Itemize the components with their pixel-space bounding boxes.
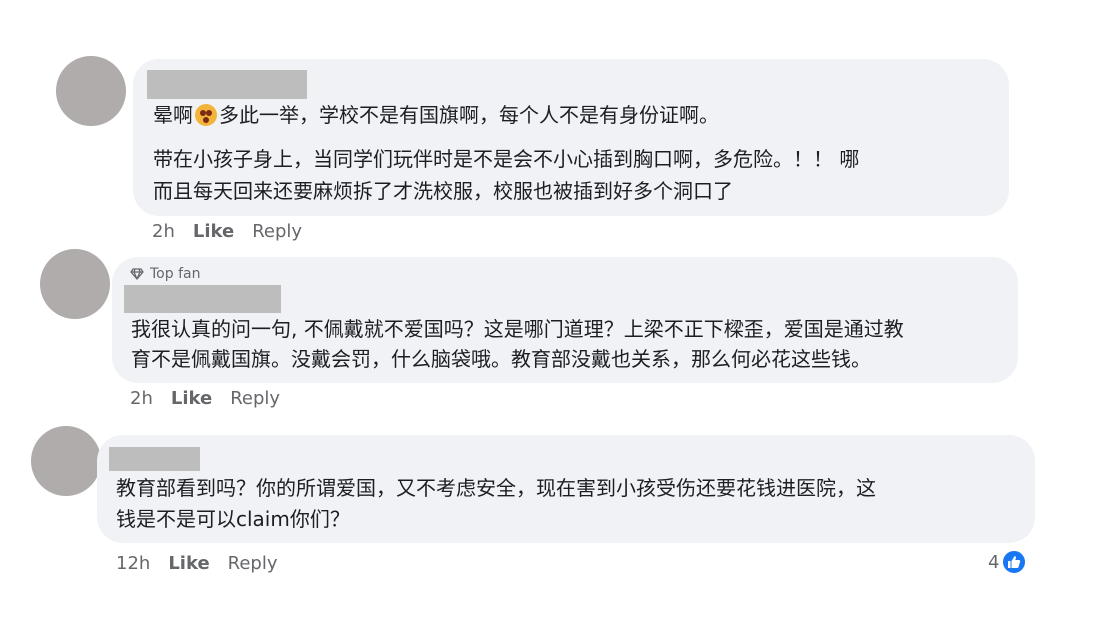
top-fan-label: Top fan xyxy=(150,266,201,282)
top-fan-badge: Top fan xyxy=(130,266,200,282)
astonished-face-emoji-icon xyxy=(195,104,217,126)
reply-button[interactable]: Reply xyxy=(230,388,280,409)
comment-timestamp[interactable]: 2h xyxy=(152,221,175,242)
commenter-avatar[interactable] xyxy=(31,426,101,496)
reaction-summary[interactable]: 4 xyxy=(988,549,1028,575)
comment-text-line: 晕啊 多此一举，学校不是有国旗啊，每个人不是有身份证啊。 xyxy=(153,103,719,127)
commenter-avatar[interactable] xyxy=(40,249,110,319)
like-button[interactable]: Like xyxy=(168,553,209,574)
like-button[interactable]: Like xyxy=(193,221,234,242)
diamond-icon xyxy=(130,268,144,280)
comment-text-line: 我很认真的问一句, 不佩戴就不爱国吗？这是哪门道理？上梁不正下樑歪，爱国是通过教 xyxy=(131,317,904,341)
redacted-commenter-name[interactable] xyxy=(109,447,200,471)
reply-button[interactable]: Reply xyxy=(228,553,278,574)
comment-text-line: 钱是不是可以claim你们？ xyxy=(116,507,350,531)
thumbs-up-icon xyxy=(1001,549,1028,575)
comment-actions: 12h Like Reply xyxy=(116,553,278,574)
comment-actions: 2h Like Reply xyxy=(130,388,280,409)
commenter-avatar[interactable] xyxy=(56,56,126,126)
reply-button[interactable]: Reply xyxy=(252,221,302,242)
comment-timestamp[interactable]: 12h xyxy=(116,553,150,574)
comment-text-line: 带在小孩子身上，当同学们玩伴时是不是会不小心插到胸口啊，多危险。！！ 哪 xyxy=(153,147,860,171)
redacted-commenter-name[interactable] xyxy=(124,285,281,313)
comment-timestamp[interactable]: 2h xyxy=(130,388,153,409)
comment-text-line: 育不是佩戴国旗。没戴会罚，什么脑袋哦。教育部没戴也关系，那么何必花这些钱。 xyxy=(131,347,871,371)
like-button[interactable]: Like xyxy=(171,388,212,409)
reaction-count: 4 xyxy=(988,551,1000,573)
redacted-commenter-name[interactable] xyxy=(147,70,307,99)
comment-text-line: 教育部看到吗？你的所谓爱国，又不考虑安全，现在害到小孩受伤还要花钱进医院，这 xyxy=(116,476,876,500)
comment-actions: 2h Like Reply xyxy=(152,221,302,242)
comment-text-line: 而且每天回来还要麻烦拆了才洗校服，校服也被插到好多个洞口了 xyxy=(153,179,733,203)
